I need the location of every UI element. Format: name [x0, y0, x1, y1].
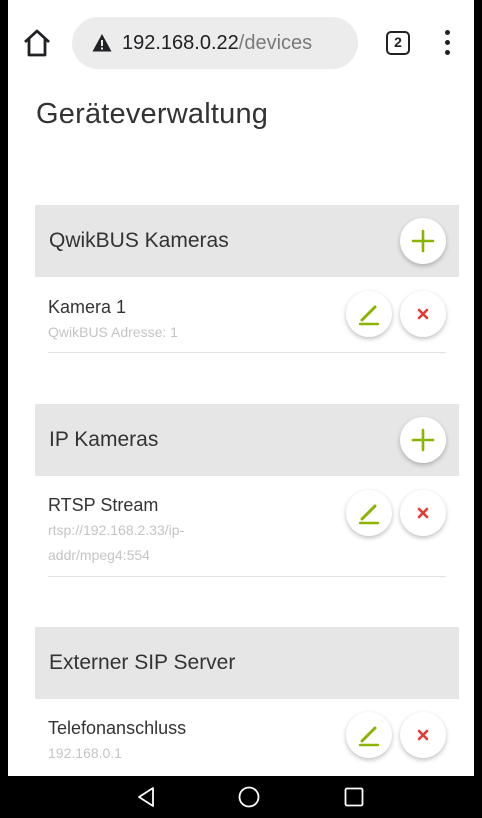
- url-host: 192.168.0.22: [122, 32, 239, 54]
- edit-device-button[interactable]: [346, 712, 392, 758]
- home-icon[interactable]: [20, 26, 54, 60]
- page-title: Geräteverwaltung: [36, 98, 269, 130]
- plus-icon: [411, 428, 435, 452]
- add-ip-camera-button[interactable]: [400, 417, 446, 463]
- url-text: 192.168.0.22/devices: [122, 31, 312, 55]
- section-header-ip-cameras: IP Kameras: [35, 404, 459, 476]
- device-subtitle: QwikBUS Adresse: 1: [48, 324, 178, 340]
- edit-device-button[interactable]: [346, 291, 392, 337]
- android-nav-bar: [0, 776, 482, 818]
- app-screen: 192.168.0.22/devices 2 Geräteverwaltung …: [8, 0, 474, 776]
- browser-toolbar: 192.168.0.22/devices 2: [8, 0, 474, 92]
- plus-icon: [411, 229, 435, 253]
- device-name: Telefonanschluss: [48, 718, 187, 738]
- list-divider: [48, 576, 446, 577]
- tab-switcher-button[interactable]: 2: [386, 31, 410, 55]
- delete-device-button[interactable]: [400, 490, 446, 536]
- section-header-external-sip-server: Externer SIP Server: [35, 627, 459, 699]
- circle-home-icon[interactable]: [236, 784, 262, 810]
- square-recents-icon[interactable]: [341, 784, 367, 810]
- device-subtitle: 192.168.0.1: [48, 745, 122, 761]
- edit-device-button[interactable]: [346, 490, 392, 536]
- section-title: Externer SIP Server: [49, 651, 236, 674]
- delete-device-button[interactable]: [400, 291, 446, 337]
- close-icon: [417, 729, 429, 741]
- warning-icon: [92, 33, 112, 53]
- add-qwikbus-camera-button[interactable]: [400, 218, 446, 264]
- address-bar[interactable]: 192.168.0.22/devices: [72, 17, 358, 69]
- close-icon: [417, 308, 429, 320]
- pencil-icon: [358, 305, 380, 326]
- triangle-back-icon[interactable]: [133, 784, 159, 810]
- device-subtitle: rtsp://192.168.2.33/ip-: [48, 522, 185, 538]
- delete-device-button[interactable]: [400, 712, 446, 758]
- list-divider: [48, 352, 446, 353]
- close-icon: [417, 507, 429, 519]
- device-name: Kamera 1: [48, 297, 127, 317]
- url-path: /devices: [238, 32, 313, 54]
- device-name: RTSP Stream: [48, 495, 159, 515]
- pencil-icon: [358, 504, 380, 525]
- section-header-qwikbus-cameras: QwikBUS Kameras: [35, 205, 459, 277]
- device-subtitle: addr/mpeg4:554: [48, 547, 150, 563]
- more-vert-icon[interactable]: [436, 26, 460, 60]
- pencil-icon: [358, 726, 380, 747]
- section-title: QwikBUS Kameras: [49, 229, 229, 252]
- section-title: IP Kameras: [49, 428, 159, 451]
